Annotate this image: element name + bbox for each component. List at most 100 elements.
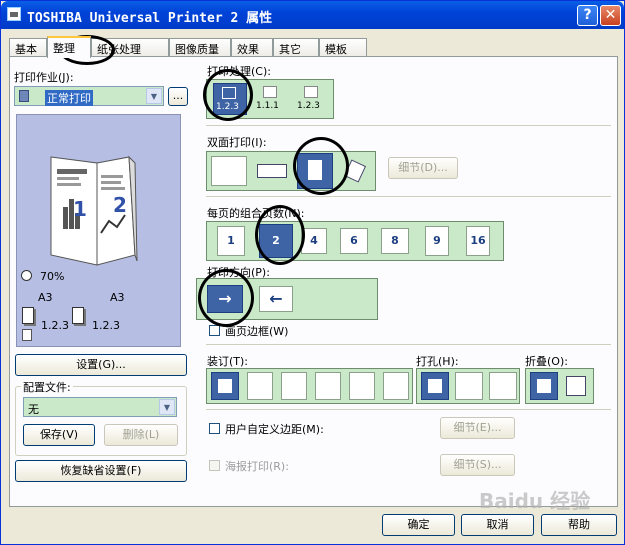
print-job-value: 正常打印 bbox=[45, 90, 93, 106]
zoom-level: 70% bbox=[40, 270, 65, 283]
custom-margin-label: 用户自定义边距(M): bbox=[225, 423, 324, 436]
page-border-checkbox[interactable] bbox=[209, 325, 220, 336]
binding-label: 装订(T): bbox=[207, 355, 249, 368]
print-job-label: 打印作业(J): bbox=[14, 71, 74, 84]
tab-basic[interactable]: 基本 bbox=[9, 38, 47, 57]
watermark: Baidu 经验 bbox=[479, 489, 591, 513]
printer-properties-window: TOSHIBA Universal Printer 2 属性 ? ✕ 基本 整理… bbox=[0, 0, 625, 545]
preview-pane: 1 2 70% A3 A3 1.2.3 1.2.3 bbox=[16, 114, 181, 347]
punch-none-icon[interactable] bbox=[421, 372, 449, 400]
staple-top-left-icon[interactable] bbox=[247, 372, 273, 400]
nup-option-4[interactable]: 4 bbox=[301, 228, 327, 254]
printer-icon bbox=[7, 7, 21, 21]
delete-button: 删除(L) bbox=[104, 424, 178, 446]
sort-option-group[interactable]: 1.1.1 bbox=[254, 83, 288, 115]
restore-defaults-button[interactable]: 恢复缺省设置(F) bbox=[15, 460, 187, 482]
nup-option-16[interactable]: 16 bbox=[466, 226, 490, 256]
tab-template[interactable]: 模板 bbox=[319, 38, 367, 57]
poster-label: 海报打印(R): bbox=[225, 460, 289, 473]
punch-left-icon[interactable] bbox=[455, 372, 483, 400]
staple-left-double-icon[interactable] bbox=[349, 372, 375, 400]
duplex-details-button: 细节(D)... bbox=[388, 157, 458, 179]
punch-top-icon[interactable] bbox=[489, 372, 517, 400]
window-title: TOSHIBA Universal Printer 2 属性 bbox=[27, 11, 273, 26]
profile-label: 配置文件: bbox=[21, 379, 73, 395]
divider bbox=[206, 125, 611, 126]
stack-icon bbox=[22, 307, 34, 324]
close-button[interactable]: ✕ bbox=[600, 5, 621, 26]
stack-icon bbox=[222, 87, 236, 99]
profile-value: 无 bbox=[28, 403, 39, 416]
binding-options bbox=[206, 368, 413, 404]
duplex-label: 双面打印(I): bbox=[207, 136, 267, 149]
save-button[interactable]: 保存(V) bbox=[23, 424, 95, 446]
zoom-out-icon[interactable] bbox=[21, 270, 32, 281]
stack-icon bbox=[304, 86, 318, 98]
direction-left-to-right[interactable]: → bbox=[207, 285, 243, 313]
nup-option-8[interactable]: 8 bbox=[381, 228, 409, 254]
nup-option-2[interactable]: 2 bbox=[259, 224, 293, 258]
divider bbox=[206, 344, 611, 345]
help-button[interactable]: 帮助 bbox=[541, 514, 617, 536]
divider bbox=[206, 196, 611, 197]
tab-finishing[interactable]: 整理 bbox=[47, 36, 91, 58]
nup-options: 1 2 4 6 8 9 16 bbox=[206, 221, 504, 261]
page-border-label: 画页边框(W) bbox=[225, 325, 289, 338]
ok-button[interactable]: 确定 bbox=[382, 514, 455, 536]
collate-right: 1.2.3 bbox=[92, 319, 120, 332]
stack-icon bbox=[263, 86, 277, 98]
duplex-off-icon[interactable] bbox=[211, 156, 247, 186]
poster-details-button: 细节(S)... bbox=[440, 454, 515, 476]
nup-option-9[interactable]: 9 bbox=[425, 226, 449, 256]
title-bar: TOSHIBA Universal Printer 2 属性 ? ✕ bbox=[1, 1, 624, 29]
stack-icon bbox=[72, 307, 84, 324]
duplex-book-icon[interactable] bbox=[297, 153, 333, 189]
fold-half-icon[interactable] bbox=[562, 372, 590, 400]
nup-option-1[interactable]: 1 bbox=[217, 226, 245, 256]
collate-left: 1.2.3 bbox=[41, 319, 69, 332]
staple-right-double-icon[interactable] bbox=[383, 372, 409, 400]
chevron-down-icon[interactable]: ▼ bbox=[159, 399, 175, 415]
fold-options bbox=[525, 368, 594, 404]
fold-none-icon[interactable] bbox=[530, 372, 558, 400]
help-title-button[interactable]: ? bbox=[577, 5, 598, 26]
nup-label: 每页的组合页数(N): bbox=[207, 207, 305, 220]
tab-others[interactable]: 其它 bbox=[273, 38, 319, 57]
sort-options: 1.2.3 1.1.1 1.2.3 bbox=[206, 79, 334, 119]
tab-image-quality[interactable]: 图像质量 bbox=[169, 38, 231, 57]
job-icon bbox=[19, 90, 29, 102]
sort-label: 打印处理(C): bbox=[207, 65, 271, 78]
divider bbox=[206, 409, 611, 410]
paper-size-right: A3 bbox=[110, 291, 125, 304]
page-icon bbox=[22, 329, 32, 341]
direction-options: → ← bbox=[196, 278, 378, 320]
arrow-right-icon: → bbox=[218, 289, 232, 308]
tab-paper-handling[interactable]: 纸张处理 bbox=[91, 38, 169, 57]
profile-select[interactable]: 无 ▼ bbox=[23, 397, 177, 417]
chevron-down-icon[interactable]: ▼ bbox=[146, 88, 162, 104]
sort-option-sort[interactable]: 1.2.3 bbox=[213, 83, 247, 115]
staple-top-double-icon[interactable] bbox=[315, 372, 341, 400]
duplex-short-edge-icon[interactable] bbox=[339, 156, 371, 186]
direction-right-to-left[interactable]: ← bbox=[259, 286, 293, 312]
punch-label: 打孔(H): bbox=[416, 355, 459, 368]
paper-size-left: A3 bbox=[38, 291, 53, 304]
print-job-select[interactable]: 正常打印 ▼ bbox=[14, 86, 164, 106]
staple-none-icon[interactable] bbox=[211, 372, 239, 400]
fold-label: 折叠(O): bbox=[525, 355, 568, 368]
settings-button[interactable]: 设置(G)... bbox=[15, 354, 187, 376]
arrow-left-icon: ← bbox=[269, 289, 283, 308]
sort-option-rotate[interactable]: 1.2.3 bbox=[295, 83, 329, 115]
staple-top-right-icon[interactable] bbox=[281, 372, 307, 400]
tab-effect[interactable]: 效果 bbox=[231, 38, 273, 57]
preview-page-left: 1 bbox=[73, 197, 87, 221]
preview-page-right: 2 bbox=[113, 193, 127, 217]
custom-margin-checkbox[interactable] bbox=[209, 423, 220, 434]
print-job-more-button[interactable]: ... bbox=[168, 87, 188, 106]
duplex-options bbox=[206, 151, 376, 191]
cancel-button[interactable]: 取消 bbox=[461, 514, 534, 536]
custom-margin-details-button: 细节(E)... bbox=[440, 417, 515, 439]
booklet-preview-graphic bbox=[50, 155, 138, 266]
duplex-long-edge-icon[interactable] bbox=[251, 156, 293, 186]
nup-option-6[interactable]: 6 bbox=[340, 228, 368, 254]
